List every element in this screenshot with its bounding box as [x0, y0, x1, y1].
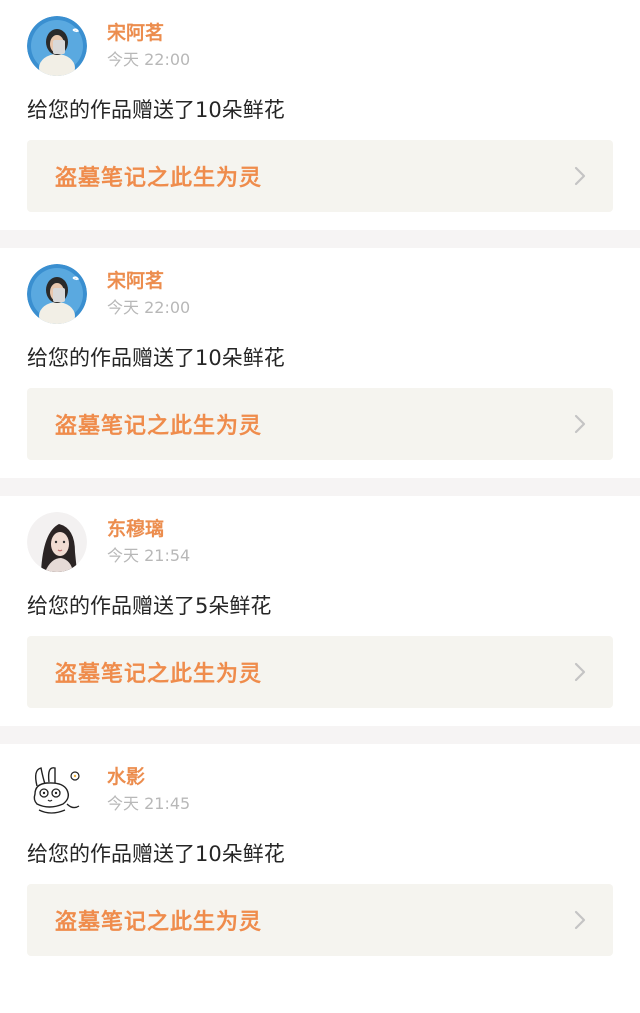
- username[interactable]: 宋阿茗: [107, 269, 190, 293]
- notification-card: 宋阿茗 今天 22:00 给您的作品赠送了10朵鲜花 盗墓笔记之此生为灵: [0, 248, 640, 478]
- divider: [0, 230, 640, 248]
- divider: [0, 478, 640, 496]
- avatar[interactable]: [27, 16, 87, 76]
- avatar[interactable]: [27, 512, 87, 572]
- notification-header: 宋阿茗 今天 22:00: [27, 264, 613, 324]
- username[interactable]: 水影: [107, 765, 190, 789]
- username[interactable]: 宋阿茗: [107, 21, 190, 45]
- work-title: 盗墓笔记之此生为灵: [55, 414, 263, 439]
- notification-message: 给您的作品赠送了10朵鲜花: [27, 346, 285, 370]
- timestamp: 今天 22:00: [107, 298, 191, 317]
- avatar-girl-blue-icon: [27, 16, 87, 76]
- notification-card: 东穆璃 今天 21:54 给您的作品赠送了5朵鲜花 盗墓笔记之此生为灵: [0, 496, 640, 726]
- notification-card: 水影 今天 21:45 给您的作品赠送了10朵鲜花 盗墓笔记之此生为灵: [0, 744, 640, 974]
- work-link[interactable]: 盗墓笔记之此生为灵: [27, 388, 613, 460]
- timestamp: 今天 22:00: [107, 50, 191, 69]
- notification-message: 给您的作品赠送了5朵鲜花: [27, 594, 272, 618]
- chevron-right-icon: [574, 414, 586, 434]
- work-title: 盗墓笔记之此生为灵: [55, 166, 263, 191]
- notification-message: 给您的作品赠送了10朵鲜花: [27, 842, 285, 866]
- work-title: 盗墓笔记之此生为灵: [55, 910, 263, 935]
- timestamp: 今天 21:54: [107, 546, 191, 565]
- avatar-girl-portrait-icon: [27, 512, 87, 572]
- notification-header: 水影 今天 21:45: [27, 760, 613, 820]
- work-title: 盗墓笔记之此生为灵: [55, 662, 263, 687]
- timestamp: 今天 21:45: [107, 794, 191, 813]
- avatar-rabbit-doodle-icon: [27, 760, 87, 820]
- work-link[interactable]: 盗墓笔记之此生为灵: [27, 884, 613, 956]
- work-link[interactable]: 盗墓笔记之此生为灵: [27, 636, 613, 708]
- chevron-right-icon: [574, 166, 586, 186]
- divider: [0, 726, 640, 744]
- avatar-girl-blue-icon: [27, 264, 87, 324]
- username[interactable]: 东穆璃: [107, 517, 190, 541]
- work-link[interactable]: 盗墓笔记之此生为灵: [27, 140, 613, 212]
- chevron-right-icon: [574, 662, 586, 682]
- avatar[interactable]: [27, 760, 87, 820]
- chevron-right-icon: [574, 910, 586, 930]
- notification-message: 给您的作品赠送了10朵鲜花: [27, 98, 285, 122]
- notification-card: 宋阿茗 今天 22:00 给您的作品赠送了10朵鲜花 盗墓笔记之此生为灵: [0, 0, 640, 230]
- avatar[interactable]: [27, 264, 87, 324]
- notification-header: 东穆璃 今天 21:54: [27, 512, 613, 572]
- notification-feed: 宋阿茗 今天 22:00 给您的作品赠送了10朵鲜花 盗墓笔记之此生为灵 宋阿茗…: [0, 0, 640, 974]
- notification-header: 宋阿茗 今天 22:00: [27, 16, 613, 76]
